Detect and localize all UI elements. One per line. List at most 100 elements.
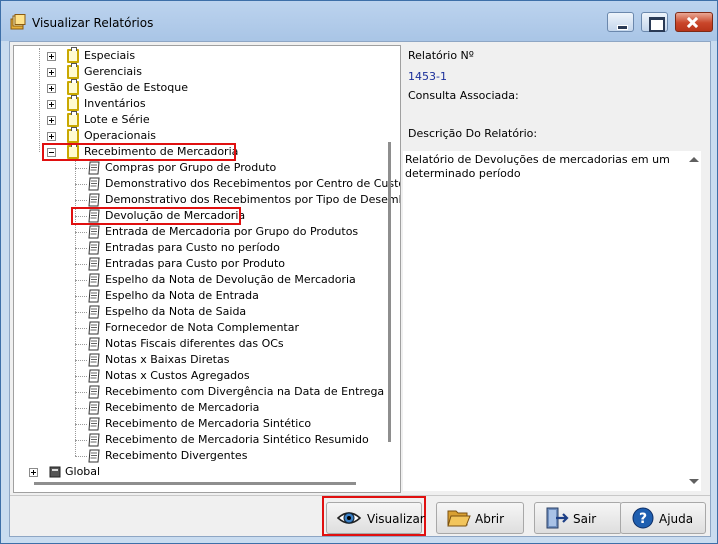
title-bar[interactable]: Visualizar Relatórios xyxy=(1,1,717,41)
report-icon xyxy=(88,177,100,191)
abrir-button[interactable]: Abrir xyxy=(436,502,524,534)
report-icon xyxy=(88,353,100,367)
folder-icon xyxy=(67,47,79,63)
report-details-panel: Relatório Nº 1453-1 Consulta Associada: … xyxy=(403,45,709,493)
tree-report-item[interactable]: Fornecedor de Nota Complementar xyxy=(14,320,382,336)
scroll-thumb[interactable] xyxy=(34,482,356,485)
tree-report-label: Espelho da Nota de Devolução de Mercador… xyxy=(105,273,356,286)
tree-report-item[interactable]: Espelho da Nota de Entrada xyxy=(14,288,382,304)
tree-folder-item[interactable]: Operacionais xyxy=(14,127,382,144)
tree-folder-item[interactable]: Especiais xyxy=(14,47,382,64)
tree-folder-item[interactable]: Inventários xyxy=(14,95,382,112)
maximize-button[interactable] xyxy=(641,12,668,32)
tree-report-item[interactable]: Recebimento com Divergência na Data de E… xyxy=(14,384,385,400)
svg-text:?: ? xyxy=(639,511,647,527)
report-icon xyxy=(88,417,100,431)
minimize-button[interactable] xyxy=(607,12,634,32)
tree-folder-item[interactable]: Gerenciais xyxy=(14,63,382,80)
tree-folder-label: Especiais xyxy=(84,49,136,62)
tree-report-item[interactable]: Notas x Baixas Diretas xyxy=(14,352,382,368)
tree-report-item[interactable]: Recebimento Divergentes xyxy=(14,448,382,464)
tree-report-label: Notas Fiscais diferentes das OCs xyxy=(105,337,284,350)
tree-report-label: Espelho da Nota de Saida xyxy=(105,305,247,318)
help-icon: ? xyxy=(632,507,654,529)
ajuda-button[interactable]: ? Ajuda xyxy=(620,502,706,534)
report-icon xyxy=(88,257,100,271)
report-icon xyxy=(88,385,100,399)
tree-report-label: Demonstrativo dos Recebimentos por Centr… xyxy=(105,177,401,190)
expand-icon[interactable] xyxy=(47,132,56,141)
tree-report-item[interactable]: Entrada de Mercadoria por Grupo do Produ… xyxy=(14,224,382,240)
report-icon xyxy=(88,225,100,239)
tree-report-item[interactable]: Recebimento de Mercadoria Sintético Resu… xyxy=(14,432,382,448)
close-button[interactable] xyxy=(675,12,713,32)
open-folder-icon xyxy=(447,510,471,527)
description-scrollbar[interactable] xyxy=(687,151,701,491)
report-icon xyxy=(88,321,100,335)
tree-report-label: Notas x Baixas Diretas xyxy=(105,353,230,366)
report-icon xyxy=(88,193,100,207)
report-icon xyxy=(88,401,100,415)
tree-report-label: Compras por Grupo de Produto xyxy=(105,161,277,174)
report-icon xyxy=(88,273,100,287)
highlight-expanded-folder xyxy=(42,143,236,161)
tree-report-item[interactable]: Recebimento de Mercadoria xyxy=(14,400,382,416)
eye-icon xyxy=(337,512,361,524)
report-icon xyxy=(88,289,100,303)
tree-report-item[interactable]: Recebimento de Mercadoria Sintético xyxy=(14,416,382,432)
report-icon xyxy=(88,433,100,447)
expand-icon[interactable] xyxy=(47,52,56,61)
folder-icon xyxy=(67,79,79,95)
tree-report-label: Recebimento com Divergência na Data de E… xyxy=(105,385,385,398)
tree-report-label: Recebimento Divergentes xyxy=(105,449,248,462)
sair-button[interactable]: Sair xyxy=(534,502,622,534)
tree-folder-label: Gerenciais xyxy=(84,65,142,78)
highlight-selected-report xyxy=(71,207,241,225)
visualizar-relatorios-window: Visualizar Relatórios Especiais Gerenciai… xyxy=(0,0,718,544)
scroll-thumb[interactable] xyxy=(388,142,391,442)
sair-label: Sair xyxy=(573,512,597,526)
abrir-label: Abrir xyxy=(475,512,505,526)
tree-horizontal-scrollbar[interactable] xyxy=(14,474,382,492)
tree-report-label: Espelho da Nota de Entrada xyxy=(105,289,259,302)
folder-icon xyxy=(67,63,79,79)
expand-icon[interactable] xyxy=(47,84,56,93)
tree-report-item[interactable]: Espelho da Nota de Devolução de Mercador… xyxy=(14,272,382,288)
tree-report-label: Recebimento de Mercadoria Sintético Resu… xyxy=(105,433,369,446)
tree-report-item[interactable]: Notas x Custos Agregados xyxy=(14,368,382,384)
report-tree[interactable]: Especiais Gerenciais Gestão de Estoque Inve… xyxy=(13,45,401,493)
tree-vertical-scrollbar[interactable] xyxy=(382,46,400,472)
associated-query-label: Consulta Associada: xyxy=(408,89,519,102)
tree-report-label: Recebimento de Mercadoria xyxy=(105,401,260,414)
report-icon xyxy=(88,337,100,351)
tree-report-item[interactable]: Notas Fiscais diferentes das OCs xyxy=(14,336,382,352)
tree-report-label: Notas x Custos Agregados xyxy=(105,369,250,382)
tree-report-item[interactable]: Entradas para Custo por Produto xyxy=(14,256,382,272)
tree-folder-label: Gestão de Estoque xyxy=(84,81,188,94)
tree-report-item[interactable]: Demonstrativo dos Recebimentos por Centr… xyxy=(14,176,400,192)
tree-report-label: Fornecedor de Nota Complementar xyxy=(105,321,299,334)
folder-icon xyxy=(67,95,79,111)
expand-icon[interactable] xyxy=(47,68,56,77)
tree-folder-item[interactable]: Lote e Série xyxy=(14,111,382,128)
visualizar-button[interactable]: Visualizar xyxy=(326,502,425,534)
scroll-down-arrow-icon[interactable] xyxy=(689,479,699,484)
report-icon xyxy=(88,449,100,463)
tree-report-item[interactable]: Espelho da Nota de Saida xyxy=(14,304,382,320)
ajuda-label: Ajuda xyxy=(659,512,694,526)
description-textarea[interactable]: Relatório de Devoluções de mercadorias e… xyxy=(403,151,701,491)
tree-report-item[interactable]: Entradas para Custo no período xyxy=(14,240,382,256)
tree-folder-label: Inventários xyxy=(84,97,146,110)
expand-icon[interactable] xyxy=(47,116,56,125)
report-icon xyxy=(88,161,100,175)
visualizar-label: Visualizar xyxy=(367,512,425,526)
folder-icon xyxy=(67,111,79,127)
tree-folder-item[interactable]: Gestão de Estoque xyxy=(14,79,382,96)
report-icon xyxy=(88,369,100,383)
tree-report-item[interactable]: Compras por Grupo de Produto xyxy=(14,160,382,176)
report-number-value: 1453-1 xyxy=(408,70,447,83)
tree-report-item[interactable]: Demonstrativo dos Recebimentos por Tipo … xyxy=(14,192,400,208)
expand-icon[interactable] xyxy=(47,100,56,109)
tree-folder-label: Lote e Série xyxy=(84,113,150,126)
scroll-up-arrow-icon[interactable] xyxy=(689,157,699,162)
